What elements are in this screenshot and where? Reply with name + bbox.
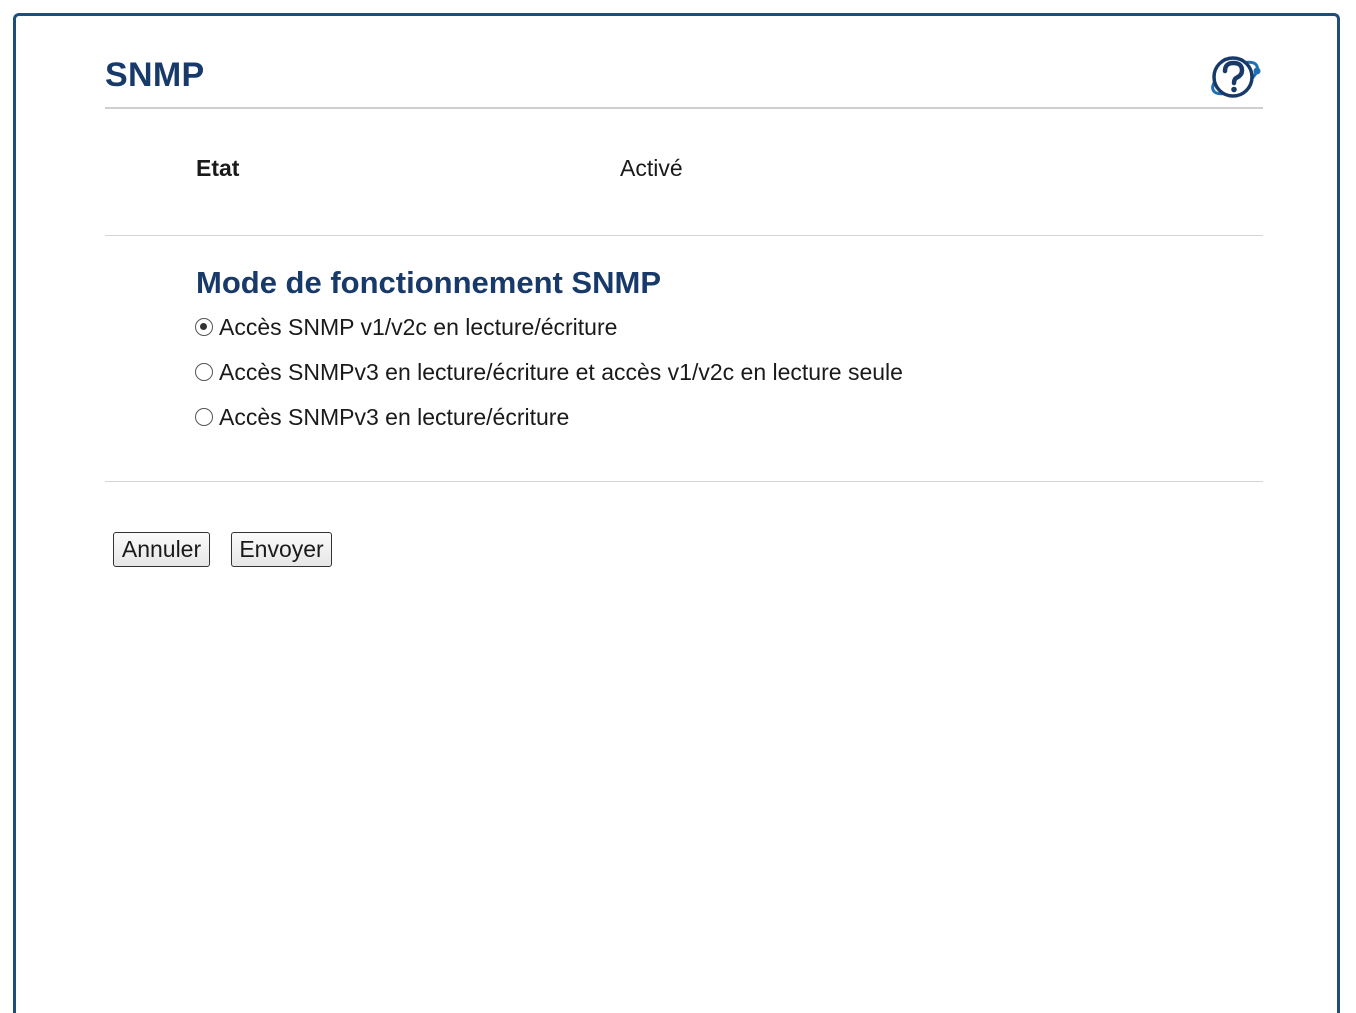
radio-label-v3-rw: Accès SNMPv3 en lecture/écriture [219,403,570,430]
radio-label-v1v2c-rw: Accès SNMP v1/v2c en lecture/écriture [219,313,618,340]
radio-button-v1v2c-rw[interactable] [195,318,213,336]
section-divider [105,235,1263,236]
submit-button[interactable]: Envoyer [231,532,332,567]
title-divider [105,107,1263,109]
radio-button-v3-rw[interactable] [195,408,213,426]
page-title: SNMP [105,56,205,94]
radio-label-v3-rw-v1v2c-ro: Accès SNMPv3 en lecture/écriture et accè… [219,358,903,385]
radio-option-v3-rw[interactable]: Accès SNMPv3 en lecture/écriture [195,402,569,432]
snmp-mode-title: Mode de fonctionnement SNMP [196,265,661,300]
radio-option-v3-rw-v1v2c-ro[interactable]: Accès SNMPv3 en lecture/écriture et accè… [195,357,903,387]
section-divider [105,481,1263,482]
status-label: Etat [196,155,240,181]
cancel-button[interactable]: Annuler [113,532,210,567]
status-value: Activé [620,155,683,181]
radio-option-v1v2c-rw[interactable]: Accès SNMP v1/v2c en lecture/écriture [195,312,617,342]
help-icon[interactable] [1204,51,1264,105]
radio-button-v3-rw-v1v2c-ro[interactable] [195,363,213,381]
